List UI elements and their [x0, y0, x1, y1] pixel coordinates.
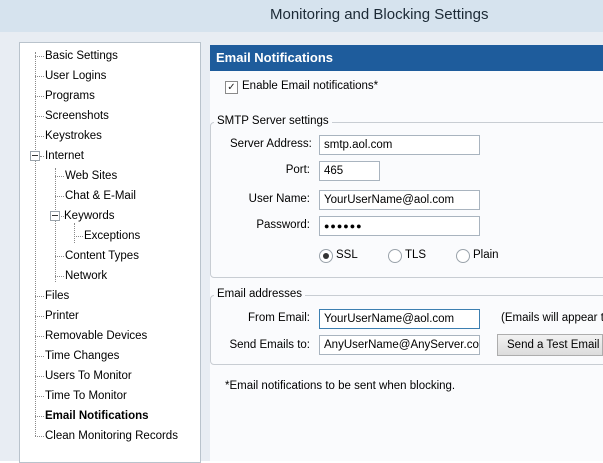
tree-item-files[interactable]: Files: [44, 287, 69, 305]
tree-line: [35, 436, 44, 437]
server-address-label: Server Address:: [230, 138, 312, 150]
title-bar: Monitoring and Blocking Settings: [0, 0, 603, 32]
tree-line: [35, 396, 44, 397]
tree-item-time-changes[interactable]: Time Changes: [44, 347, 119, 365]
collapse-icon[interactable]: [50, 211, 60, 221]
tree-item-clean-monitoring-records[interactable]: Clean Monitoring Records: [44, 427, 178, 445]
port-input[interactable]: 465: [319, 161, 380, 181]
tree-item-network[interactable]: Network: [64, 267, 107, 285]
tree-item-content-types[interactable]: Content Types: [64, 247, 139, 265]
send-test-email-button[interactable]: Send a Test Email N: [497, 334, 603, 356]
user-name-label: User Name:: [248, 193, 310, 205]
tree-item-exceptions[interactable]: Exceptions: [83, 227, 140, 245]
tree-line: [35, 52, 36, 436]
tree-line: [55, 276, 64, 277]
tree-line: [55, 176, 64, 177]
plain-label[interactable]: Plain: [473, 249, 499, 261]
tree-line: [35, 356, 44, 357]
from-email-label: From Email:: [248, 312, 310, 324]
tree-line: [35, 296, 44, 297]
tree-item-time-to-monitor[interactable]: Time To Monitor: [44, 387, 127, 405]
tree-line: [35, 316, 44, 317]
tree-line: [74, 223, 75, 243]
tls-radio[interactable]: [388, 249, 402, 263]
collapse-icon[interactable]: [30, 151, 40, 161]
tree-item-printer[interactable]: Printer: [44, 307, 79, 325]
ssl-label[interactable]: SSL: [336, 249, 358, 261]
tree-item-basic-settings[interactable]: Basic Settings: [44, 47, 118, 65]
tree-line: [35, 76, 44, 77]
send-emails-to-input[interactable]: AnyUserName@AnyServer.com: [319, 335, 480, 355]
ssl-radio[interactable]: [319, 249, 333, 263]
tree-item-keywords[interactable]: Keywords: [63, 207, 115, 225]
tree-line: [35, 96, 44, 97]
tree-line: [35, 376, 44, 377]
tree-line: [35, 56, 44, 57]
email-addresses-title: Email addresses: [214, 288, 306, 300]
tree-item-programs[interactable]: Programs: [44, 87, 95, 105]
tree-line: [35, 136, 44, 137]
password-input[interactable]: ●●●●●●: [319, 216, 480, 236]
send-emails-to-label: Send Emails to:: [229, 339, 310, 351]
tree-line: [35, 336, 44, 337]
tree-line: [35, 416, 44, 417]
settings-tree[interactable]: Basic Settings User Logins Programs Scre…: [19, 42, 201, 463]
tree-line: [55, 256, 64, 257]
smtp-settings-title: SMTP Server settings: [214, 115, 332, 127]
tree-line: [55, 196, 64, 197]
user-name-input[interactable]: YourUserName@aol.com: [319, 190, 480, 210]
enable-notifications-label[interactable]: Enable Email notifications*: [242, 80, 378, 92]
panel-header: Email Notifications: [210, 45, 603, 71]
tls-label[interactable]: TLS: [405, 249, 426, 261]
tree-line: [35, 116, 44, 117]
enable-notifications-checkbox[interactable]: ✓: [225, 81, 238, 94]
tree-item-screenshots[interactable]: Screenshots: [44, 107, 109, 125]
from-email-note: (Emails will appear to b: [501, 312, 603, 324]
footnote: *Email notifications to be sent when blo…: [225, 380, 456, 392]
tree-item-user-logins[interactable]: User Logins: [44, 67, 106, 85]
plain-radio[interactable]: [456, 249, 470, 263]
window-title: Monitoring and Blocking Settings: [270, 6, 489, 23]
tree-item-internet[interactable]: Internet: [44, 147, 84, 165]
port-label: Port:: [285, 164, 310, 176]
tree-item-keystrokes[interactable]: Keystrokes: [44, 127, 102, 145]
tree-item-removable-devices[interactable]: Removable Devices: [44, 327, 147, 345]
tree-item-web-sites[interactable]: Web Sites: [64, 167, 117, 185]
from-email-input[interactable]: YourUserName@aol.com: [319, 309, 480, 329]
tree-item-users-to-monitor[interactable]: Users To Monitor: [44, 367, 132, 385]
email-notifications-panel: ✓ Enable Email notifications* SMTP Serve…: [210, 71, 603, 461]
tree-line: [74, 236, 83, 237]
tree-item-chat-email[interactable]: Chat & E-Mail: [64, 187, 136, 205]
password-label: Password:: [256, 219, 310, 231]
tree-line: [55, 168, 56, 282]
server-address-input[interactable]: smtp.aol.com: [319, 135, 480, 155]
tree-item-email-notifications[interactable]: Email Notifications: [44, 407, 149, 425]
